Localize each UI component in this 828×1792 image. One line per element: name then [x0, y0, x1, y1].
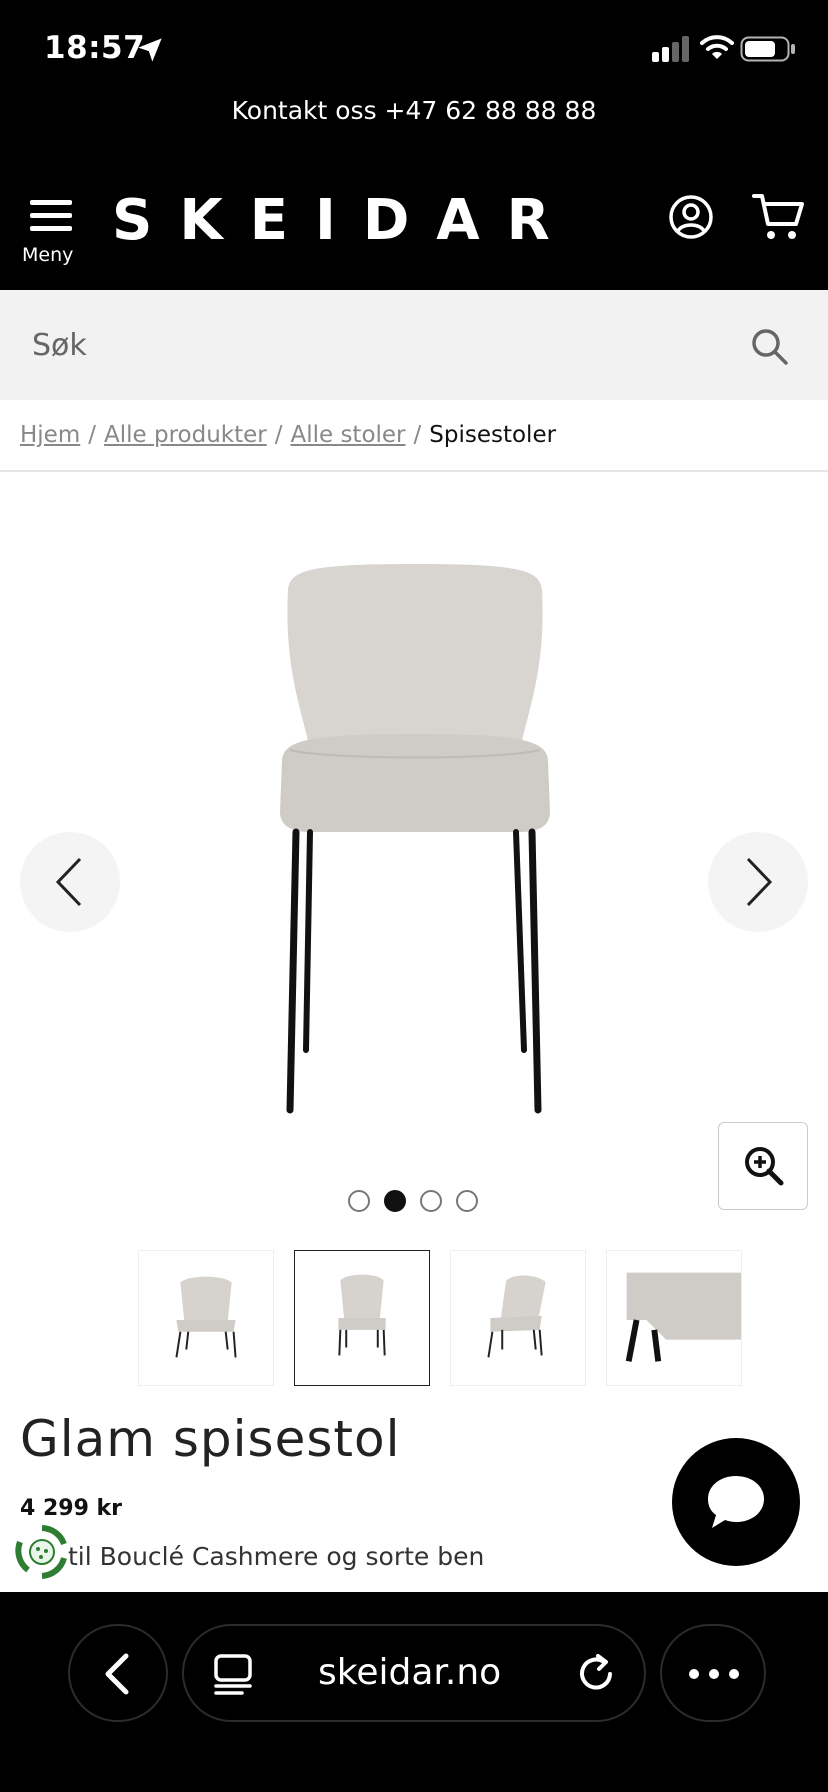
more-button[interactable] [660, 1624, 766, 1722]
chevron-right-icon [746, 857, 773, 907]
site-logo[interactable]: SKEIDAR [112, 188, 577, 253]
carousel-dot[interactable] [384, 1190, 406, 1212]
zoom-in-icon [745, 1147, 784, 1186]
chat-icon [708, 1476, 764, 1528]
wifi-icon [700, 35, 734, 59]
signal-icon [652, 36, 689, 62]
next-image-button[interactable] [708, 832, 808, 932]
breadcrumb-separator: / [274, 422, 283, 448]
breadcrumb-separator: / [413, 422, 422, 448]
url-text: skeidar.no [318, 1652, 502, 1693]
product-image-carousel[interactable] [0, 530, 828, 1150]
breadcrumb-all-chairs[interactable]: Alle stoler [290, 422, 405, 448]
divider [0, 470, 828, 472]
product-description: til Bouclé Cashmere og sorte ben [68, 1542, 485, 1571]
search-icon[interactable] [750, 327, 790, 367]
site-header: Meny SKEIDAR [0, 170, 828, 290]
carousel-dot[interactable] [420, 1190, 442, 1212]
menu-button[interactable]: Meny [22, 194, 84, 270]
battery-icon [740, 36, 795, 62]
product-image [280, 564, 550, 1114]
search-input[interactable] [32, 320, 712, 370]
account-icon[interactable] [668, 194, 714, 240]
breadcrumb: Hjem / Alle produkter / Alle stoler / Spisesto… [20, 422, 556, 448]
browser-toolbar: skeidar.no [0, 1592, 828, 1792]
thumbnail[interactable] [294, 1250, 430, 1386]
thumbnail[interactable] [450, 1250, 586, 1386]
thumbnail[interactable] [138, 1250, 274, 1386]
reload-icon[interactable] [574, 1652, 618, 1696]
eco-badge-icon[interactable] [14, 1524, 70, 1580]
status-time: 18:57 [44, 30, 146, 66]
cart-icon[interactable] [752, 192, 804, 242]
hamburger-icon [30, 194, 72, 236]
zoom-button[interactable] [718, 1122, 808, 1210]
product-title: Glam spisestol [20, 1410, 401, 1468]
breadcrumb-separator: / [88, 422, 96, 448]
chat-button[interactable] [672, 1438, 800, 1566]
product-price: 4 299 kr [20, 1496, 123, 1521]
tabs-icon[interactable] [212, 1652, 254, 1696]
breadcrumb-home[interactable]: Hjem [20, 422, 80, 448]
previous-image-button[interactable] [20, 832, 120, 932]
browser-back-button[interactable] [68, 1624, 168, 1722]
menu-label: Meny [22, 244, 74, 266]
location-arrow-icon [138, 38, 162, 62]
more-icon [689, 1669, 739, 1679]
breadcrumb-all-products[interactable]: Alle produkter [104, 422, 267, 448]
chevron-left-icon [55, 857, 82, 907]
thumbnail[interactable] [606, 1250, 742, 1386]
address-bar[interactable]: skeidar.no [182, 1624, 646, 1722]
breadcrumb-current: Spisestoler [429, 422, 557, 448]
carousel-dot[interactable] [348, 1190, 370, 1212]
carousel-dot[interactable] [456, 1190, 478, 1212]
search-bar [0, 290, 828, 400]
contact-link[interactable]: Kontakt oss +47 62 88 88 88 [0, 96, 828, 126]
product-page: Hjem / Alle produkter / Alle stoler / Spisesto… [0, 400, 828, 1592]
status-bar: 18:57 [0, 0, 828, 100]
chevron-left-icon [105, 1653, 129, 1695]
